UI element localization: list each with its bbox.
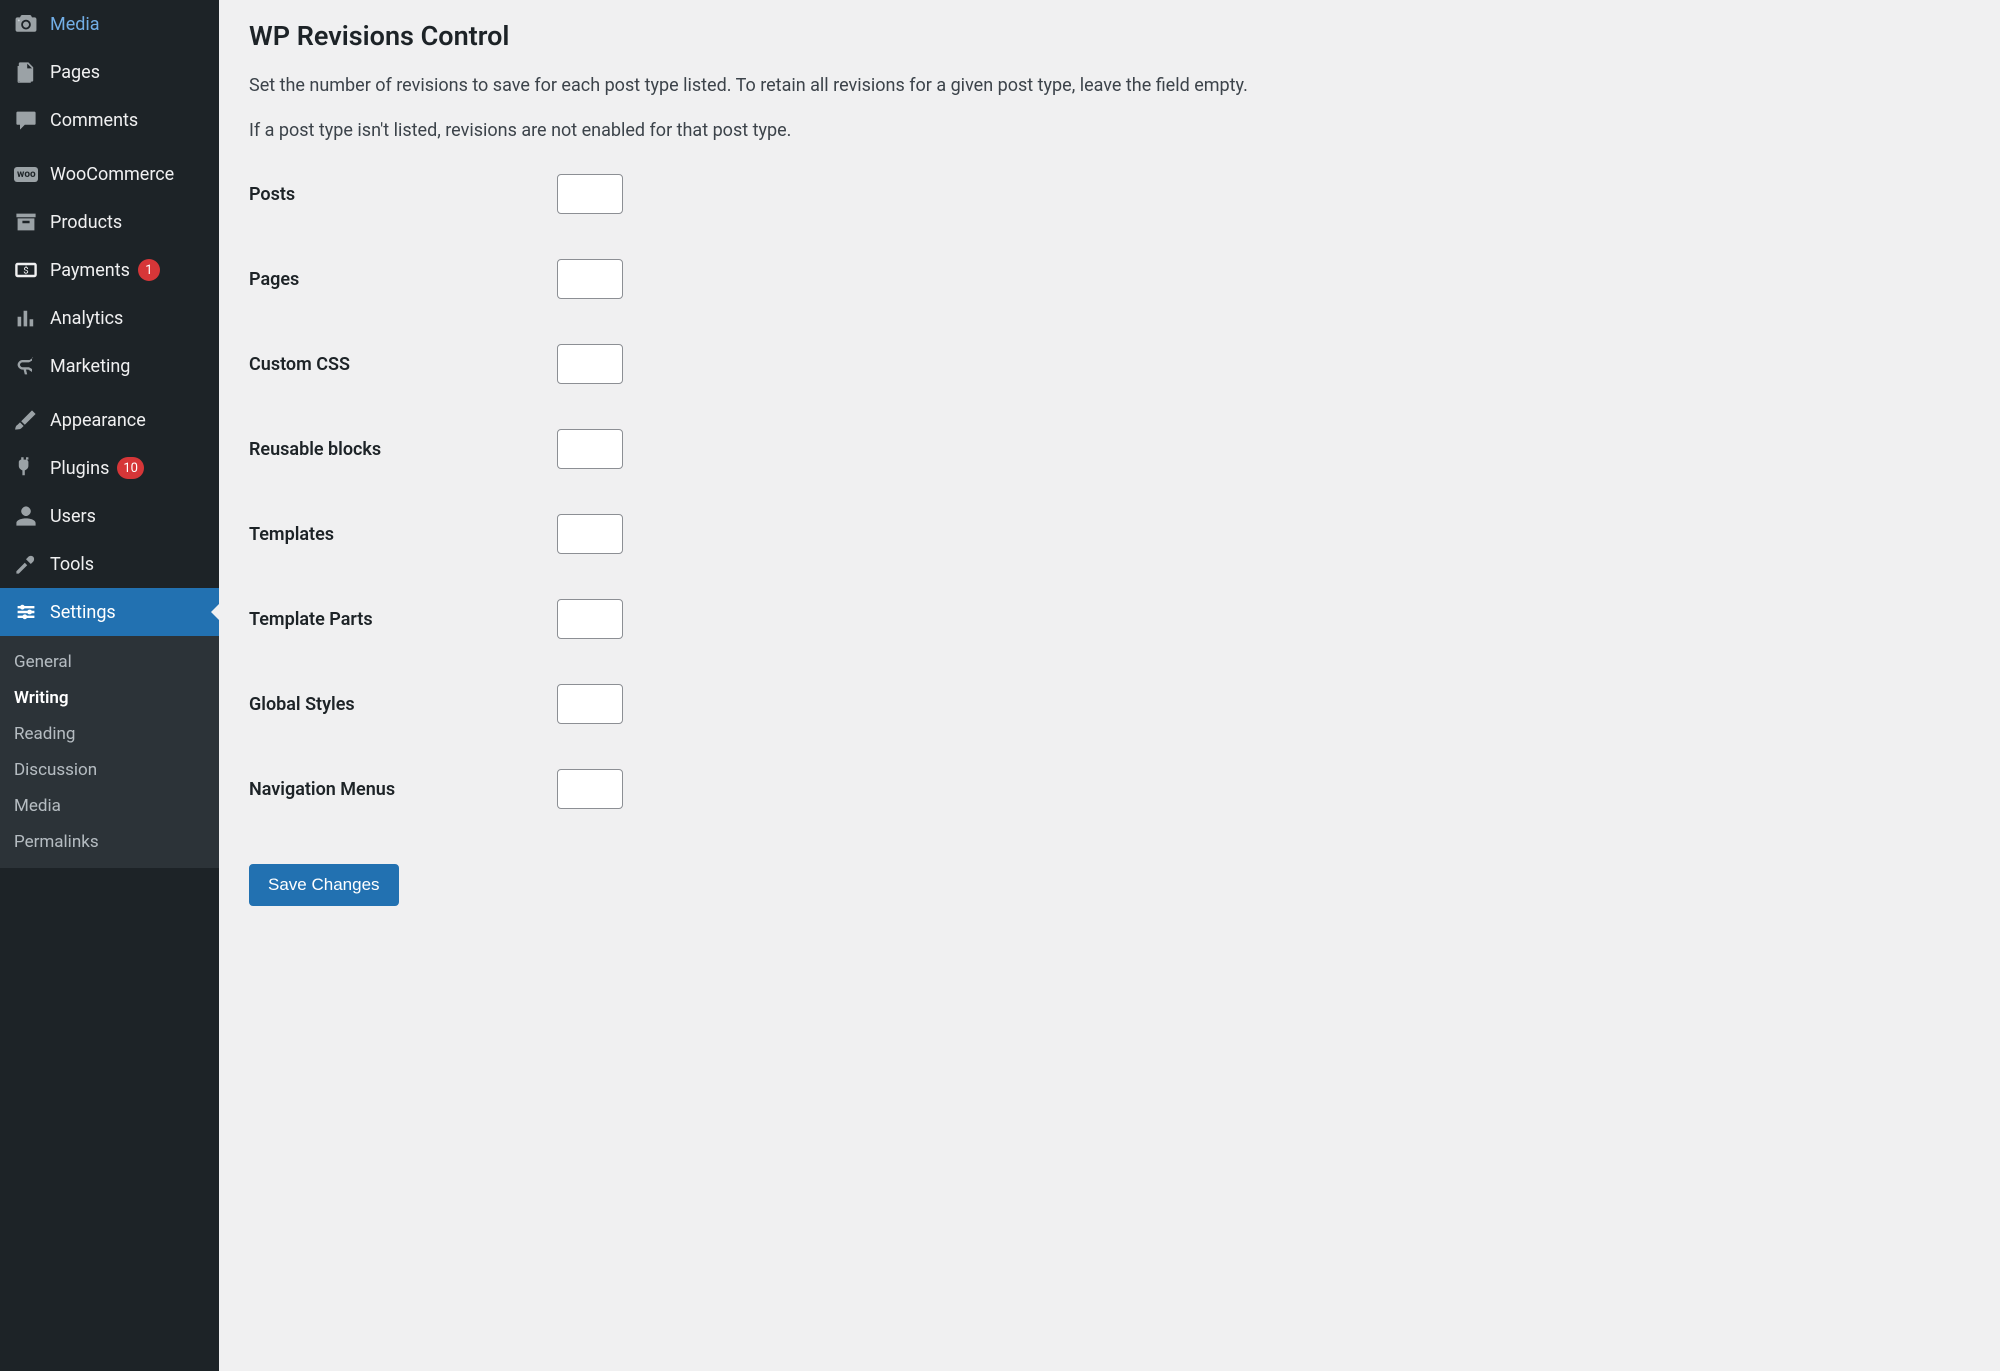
revisions-form: Posts Pages Custom CSS Reusable blocks T… [249, 174, 1970, 809]
chart-icon [14, 306, 38, 330]
comment-icon [14, 108, 38, 132]
submenu-item-reading[interactable]: Reading [0, 716, 219, 752]
field-custom-css: Custom CSS [249, 344, 1970, 384]
field-reusable-blocks: Reusable blocks [249, 429, 1970, 469]
field-label: Global Styles [249, 694, 557, 715]
wrench-icon [14, 552, 38, 576]
sidebar-item-media[interactable]: Media [0, 0, 219, 48]
template-parts-input[interactable] [557, 599, 623, 639]
submenu-item-media[interactable]: Media [0, 788, 219, 824]
field-label: Templates [249, 524, 557, 545]
sidebar-item-label: Payments [50, 260, 130, 281]
sidebar-item-label: Appearance [50, 410, 146, 431]
user-icon [14, 504, 38, 528]
field-global-styles: Global Styles [249, 684, 1970, 724]
sidebar-item-label: Settings [50, 602, 116, 623]
archive-icon [14, 210, 38, 234]
sidebar-item-marketing[interactable]: Marketing [0, 342, 219, 390]
page-desc-2: If a post type isn't listed, revisions a… [249, 117, 1970, 144]
money-icon: $ [14, 258, 38, 282]
sidebar-item-comments[interactable]: Comments [0, 96, 219, 144]
field-label: Custom CSS [249, 354, 557, 375]
sidebar-item-woocommerce[interactable]: woo WooCommerce [0, 150, 219, 198]
sidebar-item-products[interactable]: Products [0, 198, 219, 246]
sidebar-item-users[interactable]: Users [0, 492, 219, 540]
brush-icon [14, 408, 38, 432]
megaphone-icon [14, 354, 38, 378]
sidebar-item-label: Tools [50, 554, 94, 575]
navigation-menus-input[interactable] [557, 769, 623, 809]
posts-input[interactable] [557, 174, 623, 214]
sidebar-item-label: Marketing [50, 356, 130, 377]
submenu-item-general[interactable]: General [0, 644, 219, 680]
sidebar-item-plugins[interactable]: Plugins 10 [0, 444, 219, 492]
field-posts: Posts [249, 174, 1970, 214]
submenu-item-discussion[interactable]: Discussion [0, 752, 219, 788]
templates-input[interactable] [557, 514, 623, 554]
sidebar-item-analytics[interactable]: Analytics [0, 294, 219, 342]
sidebar-item-settings[interactable]: Settings [0, 588, 219, 636]
submenu-item-permalinks[interactable]: Permalinks [0, 824, 219, 860]
badge: 10 [117, 457, 144, 479]
field-label: Posts [249, 184, 557, 205]
settings-submenu: General Writing Reading Discussion Media… [0, 636, 219, 868]
reusable-blocks-input[interactable] [557, 429, 623, 469]
field-label: Pages [249, 269, 557, 290]
field-templates: Templates [249, 514, 1970, 554]
sidebar-item-label: Analytics [50, 308, 123, 329]
field-navigation-menus: Navigation Menus [249, 769, 1970, 809]
sidebar-item-label: Plugins [50, 458, 109, 479]
pages-input[interactable] [557, 259, 623, 299]
field-template-parts: Template Parts [249, 599, 1970, 639]
sidebar-item-label: Products [50, 212, 122, 233]
field-pages: Pages [249, 259, 1970, 299]
sidebar-item-label: Pages [50, 62, 100, 83]
global-styles-input[interactable] [557, 684, 623, 724]
page-desc-1: Set the number of revisions to save for … [249, 72, 1970, 99]
field-label: Reusable blocks [249, 439, 557, 460]
field-label: Template Parts [249, 609, 557, 630]
sidebar-item-appearance[interactable]: Appearance [0, 396, 219, 444]
sidebar-item-label: WooCommerce [50, 164, 174, 185]
sidebar-item-tools[interactable]: Tools [0, 540, 219, 588]
woo-icon: woo [14, 162, 38, 186]
badge: 1 [138, 259, 160, 281]
plug-icon [14, 456, 38, 480]
page-title: WP Revisions Control [249, 20, 1970, 52]
sidebar-item-label: Media [50, 14, 100, 35]
sidebar-item-payments[interactable]: $ Payments 1 [0, 246, 219, 294]
custom-css-input[interactable] [557, 344, 623, 384]
submenu-item-writing[interactable]: Writing [0, 680, 219, 716]
pages-icon [14, 60, 38, 84]
sliders-icon [14, 600, 38, 624]
save-changes-button[interactable]: Save Changes [249, 864, 399, 906]
camera-icon [14, 12, 38, 36]
admin-sidebar: Media Pages Comments woo WooCommerce Pro… [0, 0, 219, 1371]
main-content: WP Revisions Control Set the number of r… [219, 0, 2000, 1371]
field-label: Navigation Menus [249, 779, 557, 800]
sidebar-item-label: Comments [50, 110, 138, 131]
sidebar-item-label: Users [50, 506, 96, 527]
sidebar-item-pages[interactable]: Pages [0, 48, 219, 96]
svg-text:$: $ [23, 266, 28, 277]
